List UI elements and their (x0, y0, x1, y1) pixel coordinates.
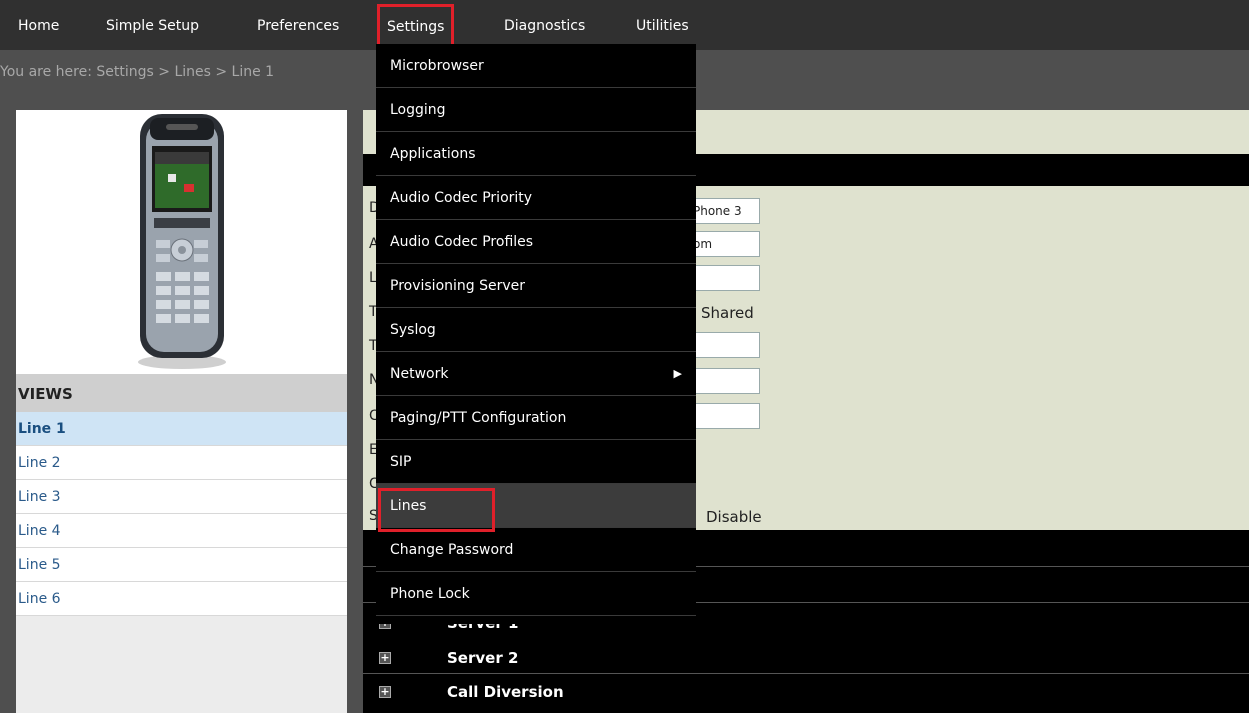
menu-item-change-password[interactable]: Change Password (376, 528, 696, 572)
menu-item-logging[interactable]: Logging (376, 88, 696, 132)
phone-image (138, 114, 226, 369)
nav-settings[interactable]: Settings (377, 4, 455, 48)
menu-item-applications[interactable]: Applications (376, 132, 696, 176)
settings-dropdown-menu: Microbrowser Logging Applications Audio … (376, 44, 696, 624)
lines-highlight-outline (378, 488, 495, 532)
menu-item-microbrowser[interactable]: Microbrowser (376, 44, 696, 88)
view-line-3[interactable]: Line 3 (16, 480, 347, 514)
view-line-2[interactable]: Line 2 (16, 446, 347, 480)
menu-item-syslog[interactable]: Syslog (376, 308, 696, 352)
disable-radio-label[interactable]: Disable (706, 508, 762, 526)
server-2-title[interactable]: Server 2 (447, 649, 518, 667)
breadcrumb: You are here: Settings > Lines > Line 1 (0, 64, 275, 80)
menu-item-audio-codec-priority[interactable]: Audio Codec Priority (376, 176, 696, 220)
menu-item-provisioning-server[interactable]: Provisioning Server (376, 264, 696, 308)
nav-home[interactable]: Home (18, 0, 59, 50)
text-field-5[interactable] (688, 368, 760, 394)
text-field-2[interactable]: om (688, 231, 760, 257)
views-heading: VIEWS (16, 374, 347, 412)
nav-preferences[interactable]: Preferences (257, 0, 339, 50)
left-panel: VIEWS Line 1 Line 2 Line 3 Line 4 Line 5… (16, 110, 347, 713)
menu-item-audio-codec-profiles[interactable]: Audio Codec Profiles (376, 220, 696, 264)
shared-radio-label[interactable]: Shared (701, 304, 754, 322)
view-line-6[interactable]: Line 6 (16, 582, 347, 616)
view-line-5[interactable]: Line 5 (16, 548, 347, 582)
expand-call-diversion-icon[interactable]: + (379, 686, 391, 698)
text-field-1[interactable]: Phone 3 (688, 198, 760, 224)
view-line-4[interactable]: Line 4 (16, 514, 347, 548)
call-diversion-title[interactable]: Call Diversion (447, 683, 564, 701)
menu-item-network-label: Network (390, 366, 449, 382)
nav-simple-setup[interactable]: Simple Setup (106, 0, 199, 50)
top-nav: Home Simple Setup Preferences Settings D… (0, 0, 1249, 50)
menu-item-paging-ptt[interactable]: Paging/PTT Configuration (376, 396, 696, 440)
nav-diagnostics[interactable]: Diagnostics (504, 0, 585, 50)
views-list: Line 1 Line 2 Line 3 Line 4 Line 5 Line … (16, 412, 347, 616)
menu-item-network[interactable]: Network ▶ (376, 352, 696, 396)
nav-utilities[interactable]: Utilities (636, 0, 689, 50)
menu-item-phone-lock[interactable]: Phone Lock (376, 572, 696, 616)
text-field-4[interactable] (688, 332, 760, 358)
submenu-arrow-icon: ▶ (673, 367, 682, 380)
menu-item-sip[interactable]: SIP (376, 440, 696, 484)
text-field-6[interactable] (688, 403, 760, 429)
text-field-3[interactable] (688, 265, 760, 291)
expand-server-2-icon[interactable]: + (379, 652, 391, 664)
view-line-1[interactable]: Line 1 (16, 412, 347, 446)
phone-image-box (16, 110, 347, 374)
